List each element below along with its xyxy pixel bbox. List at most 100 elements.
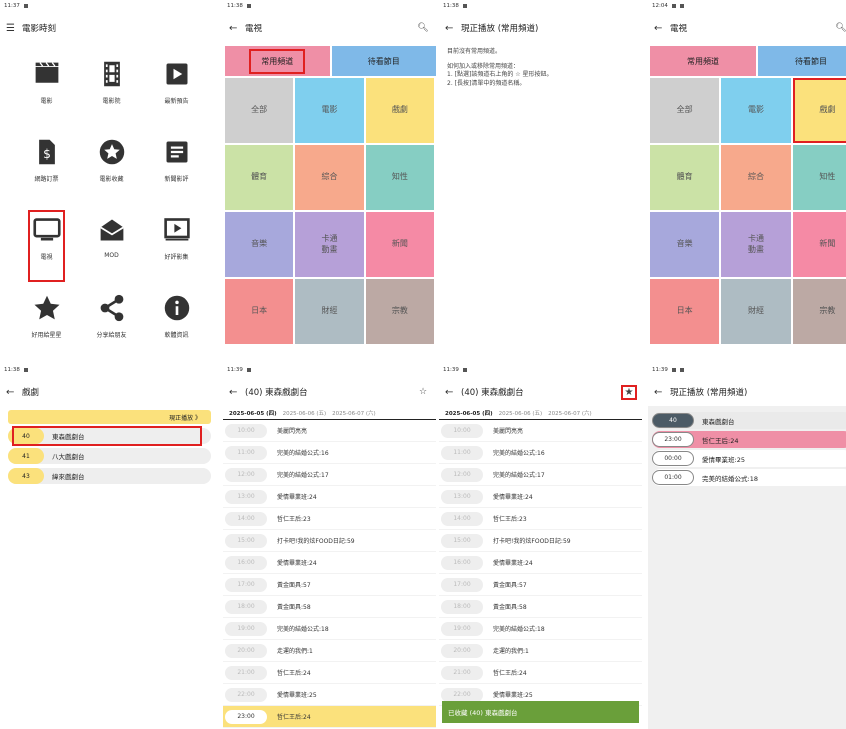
category-tile[interactable]: 卡通 動畫: [721, 212, 791, 277]
menu-item-mail-open[interactable]: MOD: [79, 210, 144, 282]
category-tile[interactable]: 電影: [295, 78, 364, 143]
program-row[interactable]: 21:00 哲仁王后:24: [223, 662, 436, 684]
tab-common-channels[interactable]: 常用頻道: [650, 46, 756, 76]
menu-item-share[interactable]: 分享給朋友: [79, 288, 144, 360]
program-row[interactable]: 14:00 哲仁王后:23: [223, 508, 436, 530]
favorite-row[interactable]: 01:00 完美的結婚公式:18: [652, 469, 846, 486]
channel-row[interactable]: 41 八大戲劇台: [8, 448, 211, 464]
program-row[interactable]: 16:00 愛情畢業班:24: [223, 552, 436, 574]
menu-item-star-circle[interactable]: 電影收藏: [79, 132, 144, 204]
category-tile[interactable]: 綜合: [295, 145, 364, 210]
program-row[interactable]: 23:00 哲仁王后:24: [223, 706, 436, 728]
star-outline-icon[interactable]: ☆: [416, 387, 430, 397]
category-tile[interactable]: 日本: [225, 279, 294, 344]
back-arrow-icon[interactable]: ←: [445, 23, 461, 34]
category-tile[interactable]: 知性: [365, 145, 434, 210]
program-row[interactable]: 19:00 完美的結婚公式:18: [223, 618, 436, 640]
program-row[interactable]: 13:00 愛情畢業班:24: [223, 486, 436, 508]
category-tile[interactable]: 財經: [295, 279, 364, 344]
program-row[interactable]: 12:00 完美的結婚公式:17: [439, 464, 642, 486]
program-row[interactable]: 14:00 哲仁王后:23: [439, 508, 642, 530]
category-tile[interactable]: 戲劇: [792, 78, 846, 143]
program-row[interactable]: 17:00 黃金面具:57: [439, 574, 642, 596]
program-row[interactable]: 22:00 愛情畢業班:25: [223, 684, 436, 706]
category-tile[interactable]: 體育: [225, 145, 294, 210]
channel-row[interactable]: 40 東森戲劇台: [8, 426, 211, 446]
now-playing-link[interactable]: 現正播放 》: [8, 410, 211, 424]
favorite-row[interactable]: 23:00 哲仁王后:24: [652, 431, 846, 448]
category-tile[interactable]: 體育: [650, 145, 720, 210]
date-tab[interactable]: 2025-06-07 (六): [548, 409, 592, 417]
menu-item-play[interactable]: 最新預告: [144, 54, 209, 126]
program-row[interactable]: 16:00 愛情畢業班:24: [439, 552, 642, 574]
search-icon[interactable]: 🔍︎: [834, 23, 846, 33]
program-row[interactable]: 19:00 完美的結婚公式:18: [439, 618, 642, 640]
menu-item-article[interactable]: 新聞影評: [144, 132, 209, 204]
menu-item-info[interactable]: 軟體資訊: [144, 288, 209, 360]
star-icon: [33, 295, 60, 320]
app-title: 現正播放 (常用頻道): [461, 24, 539, 34]
program-row[interactable]: 12:00 完美的結婚公式:17: [223, 464, 436, 486]
category-tile[interactable]: 音樂: [225, 212, 294, 277]
category-tile[interactable]: 日本: [650, 279, 720, 344]
category-tile[interactable]: 卡通 動畫: [295, 212, 364, 277]
category-tile[interactable]: 財經: [721, 279, 791, 344]
menu-item-star[interactable]: 好用給星星: [14, 288, 79, 360]
tab-common-channels[interactable]: 常用頻道: [225, 46, 330, 76]
program-row[interactable]: 20:00 走運的我們:1: [223, 640, 436, 662]
back-arrow-icon[interactable]: ←: [229, 387, 245, 398]
program-row[interactable]: 18:00 黃金面具:58: [439, 596, 642, 618]
menu-item-clapper[interactable]: 電影: [14, 54, 79, 126]
favorite-row[interactable]: 00:00 愛情畢業班:25: [652, 450, 846, 467]
program-row[interactable]: 15:00 打卡吧!我的炫FOOD日記:59: [223, 530, 436, 552]
menu-item-film-strip[interactable]: 電影院: [79, 54, 144, 126]
back-arrow-icon[interactable]: ←: [654, 23, 670, 34]
program-row[interactable]: 10:00 美麗閃亮亮: [439, 420, 642, 442]
category-tile[interactable]: 戲劇: [365, 78, 434, 143]
program-row[interactable]: 11:00 完美的結婚公式:16: [223, 442, 436, 464]
date-tab[interactable]: 2025-06-05 (四): [445, 409, 493, 417]
channel-row[interactable]: 43 緯來戲劇台: [8, 468, 211, 484]
app-title: 電視: [245, 24, 263, 34]
date-tab[interactable]: 2025-06-07 (六): [332, 409, 376, 417]
category-tile[interactable]: 新聞: [365, 212, 434, 277]
menu-item-video[interactable]: 好評影集: [144, 210, 209, 282]
program-row[interactable]: 15:00 打卡吧!我的炫FOOD日記:59: [439, 530, 642, 552]
program-row[interactable]: 17:00 黃金面具:57: [223, 574, 436, 596]
menu-item-tv[interactable]: 電視: [28, 210, 65, 282]
category-tile[interactable]: 綜合: [721, 145, 791, 210]
program-row[interactable]: 13:00 愛情畢業班:24: [439, 486, 642, 508]
category-tile[interactable]: 音樂: [650, 212, 720, 277]
search-icon[interactable]: 🔍︎: [416, 23, 430, 33]
date-tab[interactable]: 2025-06-06 (五): [283, 409, 327, 417]
date-tab[interactable]: 2025-06-05 (四): [229, 409, 277, 417]
tab-watch-list[interactable]: 待看節目: [758, 46, 846, 76]
back-arrow-icon[interactable]: ←: [654, 387, 670, 398]
star-filled-icon[interactable]: ★: [621, 384, 637, 400]
screen-tv-categories-2: 12:04 ← 電視 🔍︎ 常用頻道 待看節目 全部 電影 戲劇 體育 綜合 知性 音樂 卡通…: [648, 0, 846, 362]
back-arrow-icon[interactable]: ←: [445, 387, 461, 398]
date-tab[interactable]: 2025-06-06 (五): [499, 409, 543, 417]
tab-watch-list[interactable]: 待看節目: [331, 46, 436, 76]
program-row[interactable]: 10:00 美麗閃亮亮: [223, 420, 436, 442]
favorite-row[interactable]: 40 東森戲劇台: [652, 412, 846, 429]
program-row[interactable]: 18:00 黃金面具:58: [223, 596, 436, 618]
category-tile[interactable]: 宗教: [365, 279, 434, 344]
category-tile[interactable]: 知性: [792, 145, 846, 210]
status-bar: 12:04: [648, 0, 846, 14]
category-tile[interactable]: 新聞: [792, 212, 846, 277]
program-time: 12:00: [441, 467, 483, 482]
category-tile[interactable]: 全部: [650, 78, 720, 143]
category-tile[interactable]: 電影: [721, 78, 791, 143]
program-row[interactable]: 20:00 走運的我們:1: [439, 640, 642, 662]
category-tile[interactable]: 宗教: [792, 279, 846, 344]
menu-item-ticket-dollar[interactable]: $ 網路訂票: [14, 132, 79, 204]
program-row[interactable]: 11:00 完美的結婚公式:16: [439, 442, 642, 464]
program-name: 打卡吧!我的炫FOOD日記:59: [493, 538, 571, 545]
menu-item-label: 軟體資訊: [164, 332, 189, 339]
back-arrow-icon[interactable]: ←: [6, 387, 22, 398]
menu-icon[interactable]: ☰: [6, 23, 22, 34]
category-tile[interactable]: 全部: [225, 78, 294, 143]
back-arrow-icon[interactable]: ←: [229, 23, 245, 34]
program-row[interactable]: 21:00 哲仁王后:24: [439, 662, 642, 684]
